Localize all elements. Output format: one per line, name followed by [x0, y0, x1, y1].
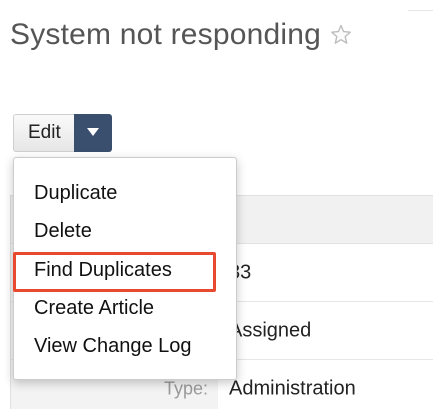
star-icon[interactable]: [329, 23, 353, 47]
menu-item-duplicate[interactable]: Duplicate: [14, 174, 236, 213]
menu-item-find-duplicates[interactable]: Find Duplicates: [14, 251, 236, 290]
field-value-status: Assigned: [229, 319, 312, 341]
divider: [408, 10, 433, 11]
edit-button[interactable]: Edit: [13, 114, 74, 152]
menu-item-view-change-log[interactable]: View Change Log: [14, 327, 236, 366]
caret-down-icon: [86, 124, 100, 142]
field-value-type: Administration: [229, 377, 356, 399]
actions-dropdown-menu: Duplicate Delete Find Duplicates Create …: [13, 157, 237, 380]
menu-item-create-article[interactable]: Create Article: [14, 289, 236, 328]
actions-dropdown-toggle[interactable]: [73, 114, 112, 152]
page-title: System not responding: [10, 18, 322, 51]
field-label-type: Type:: [163, 378, 208, 398]
record-detail-page: System not responding Edit 33 Assigned T…: [0, 0, 433, 409]
record-header: System not responding: [10, 18, 353, 52]
edit-action-group: Edit: [13, 114, 112, 152]
menu-item-delete[interactable]: Delete: [14, 212, 236, 251]
